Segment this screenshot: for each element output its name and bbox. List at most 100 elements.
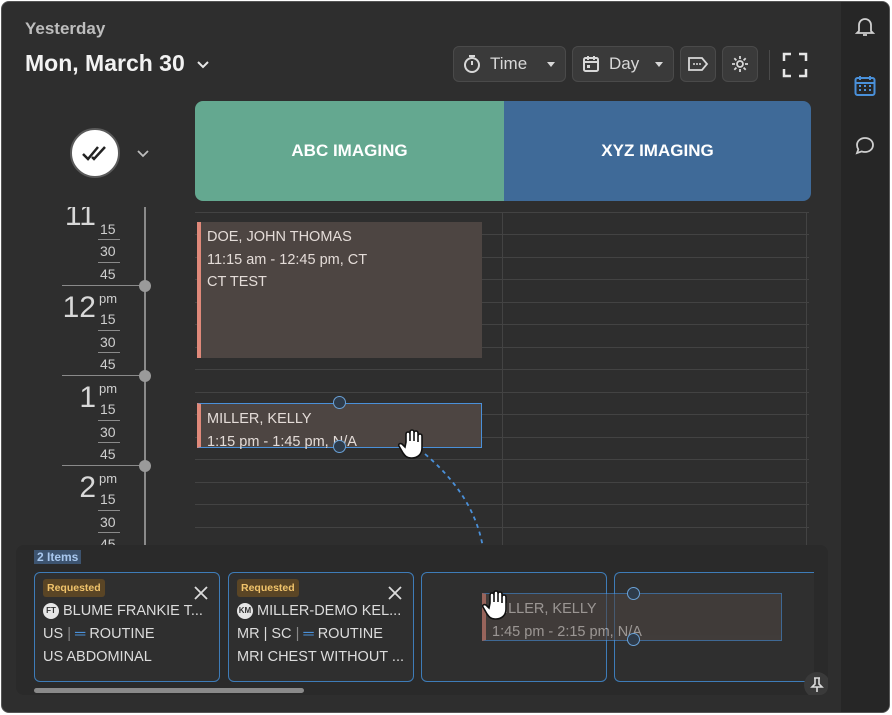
resource-header-abc[interactable]: ABC IMAGING <box>195 101 504 201</box>
scheduler-app: Yesterday Mon, March 30 Time Day ABC IMA… <box>1 1 890 713</box>
resize-handle-bottom[interactable] <box>627 633 640 646</box>
quarter-label: 45 <box>100 266 116 282</box>
timeline-dot <box>139 460 151 472</box>
resize-handle-top[interactable] <box>627 587 640 600</box>
time-dropdown-label: Time <box>490 54 528 73</box>
quarter-label: 15 <box>100 221 116 237</box>
toolbar-divider <box>769 50 770 80</box>
patient-name: MILLER, KELLY <box>207 411 312 427</box>
order-card[interactable]: Requested KM MILLER-DEMO KEL... MR | SC |… <box>228 572 414 682</box>
hour-tick <box>62 285 144 286</box>
right-sidebar <box>841 2 889 712</box>
timeline-dot <box>139 280 151 292</box>
resource-name: XYZ IMAGING <box>601 141 714 160</box>
toolbar: Time Day <box>453 46 758 82</box>
priority-icon: ═ <box>75 626 86 642</box>
pin-icon <box>810 677 824 692</box>
chat-button[interactable] <box>853 134 877 158</box>
tick <box>98 510 120 511</box>
chat-icon <box>855 137 874 155</box>
quarter-label: 30 <box>100 243 116 259</box>
tick <box>98 442 120 443</box>
notifications-button[interactable] <box>853 14 877 38</box>
quarter-label: 15 <box>100 401 116 417</box>
avatar: FT <box>43 603 59 620</box>
date-label: Mon, March 30 <box>25 50 185 76</box>
time-dropdown[interactable]: Time <box>453 46 566 82</box>
modality: MR | SC <box>237 626 292 642</box>
hour-label: 12 <box>62 291 96 324</box>
confirm-all-button[interactable] <box>70 128 120 178</box>
items-count: 2 Items <box>34 550 82 564</box>
resize-handle-bottom[interactable] <box>333 440 346 453</box>
appointment-time: 11:15 am - 12:45 pm, CT <box>207 251 368 268</box>
tick <box>98 352 120 353</box>
quarter-label: 45 <box>100 356 116 372</box>
tag-icon <box>688 57 709 71</box>
timeline-dot <box>139 370 151 382</box>
calendar-icon <box>583 56 599 72</box>
ampm-label: pm <box>99 471 118 486</box>
status-badge: Requested <box>43 579 105 597</box>
resource-header-xyz[interactable]: XYZ IMAGING <box>504 101 811 201</box>
label-button[interactable] <box>680 46 716 82</box>
double-check-icon <box>82 146 106 161</box>
patient-name: MILLER-DEMO KEL... <box>257 603 402 619</box>
fullscreen-icon <box>782 52 808 78</box>
quarter-label: 30 <box>100 334 116 350</box>
quarter-label: 30 <box>100 514 116 530</box>
procedure: US ABDOMINAL <box>43 649 152 665</box>
fullscreen-button[interactable] <box>782 52 808 83</box>
hour-tick <box>62 465 144 466</box>
tick <box>98 239 120 240</box>
date-picker-button[interactable]: Mon, March 30 <box>25 50 211 77</box>
priority: ROUTINE <box>317 626 383 642</box>
hour-label: 11 <box>64 207 96 232</box>
chevron-down-icon <box>197 60 209 68</box>
stopwatch-icon <box>464 55 480 73</box>
tick <box>98 330 120 331</box>
quarter-label: 45 <box>100 446 116 462</box>
tick <box>98 262 120 263</box>
time-gutter: 11 15 30 45 12 pm 15 30 45 1 pm 15 30 45… <box>2 207 192 547</box>
patient-name: DOE, JOHN THOMAS <box>207 229 352 245</box>
ampm-label: pm <box>99 381 118 396</box>
ampm-label: pm <box>99 291 118 306</box>
chevron-down-icon[interactable] <box>136 146 150 160</box>
caret-down-icon <box>547 62 555 67</box>
pin-button[interactable] <box>804 672 828 695</box>
close-icon[interactable] <box>387 585 403 601</box>
calendar-icon <box>854 76 876 96</box>
settings-button[interactable] <box>722 46 758 82</box>
relative-day-label: Yesterday <box>25 19 106 38</box>
appointment-card[interactable]: DOE, JOHN THOMAS 11:15 am - 12:45 pm, CT… <box>197 222 482 358</box>
hour-tick <box>62 375 144 376</box>
close-icon[interactable] <box>193 585 209 601</box>
grab-cursor-icon <box>481 589 512 626</box>
quarter-label: 15 <box>100 311 116 327</box>
unscheduled-tray: 2 Items Requested FT BLUME FRANKIE T... U… <box>16 545 828 695</box>
horizontal-scrollbar[interactable] <box>34 688 304 693</box>
calendar-nav-button[interactable] <box>853 74 877 98</box>
patient-name: MILLER, KELLY <box>492 601 597 617</box>
priority: ROUTINE <box>89 626 155 642</box>
hour-label: 2 <box>79 471 96 504</box>
appointment-description: CT TEST <box>207 274 267 290</box>
quarter-label: 15 <box>100 491 116 507</box>
hour-label: 1 <box>79 381 96 414</box>
modality: US <box>43 626 64 642</box>
gear-icon <box>732 56 748 72</box>
quarter-label: 30 <box>100 424 116 440</box>
schedule-grid[interactable]: DOE, JOHN THOMAS 11:15 am - 12:45 pm, CT… <box>195 212 809 547</box>
view-dropdown-label: Day <box>609 54 640 73</box>
avatar: KM <box>237 603 253 620</box>
resize-handle-top[interactable] <box>333 396 346 409</box>
tick <box>98 532 120 533</box>
procedure: MRI CHEST WITHOUT ... <box>237 649 405 665</box>
resource-name: ABC IMAGING <box>291 141 408 160</box>
order-card[interactable]: Requested FT BLUME FRANKIE T... US | ═ RO… <box>34 572 220 682</box>
bell-icon <box>854 18 876 36</box>
patient-name: BLUME FRANKIE T... <box>63 603 203 619</box>
view-dropdown[interactable]: Day <box>572 46 674 82</box>
tick <box>98 420 120 421</box>
